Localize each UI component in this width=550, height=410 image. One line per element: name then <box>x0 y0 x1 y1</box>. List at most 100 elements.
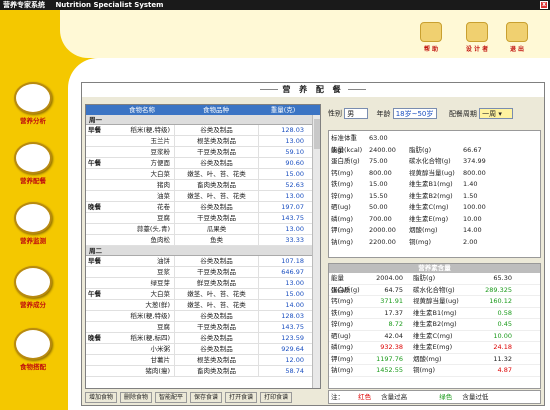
standard-value: 15.50 <box>369 191 388 200</box>
table-row[interactable]: 豆腐 干豆类及制品 143.75 <box>86 213 320 224</box>
weight-cell[interactable]: 123.59 <box>258 333 308 343</box>
weight-cell[interactable]: 128.03 <box>258 125 308 135</box>
weight-cell[interactable]: 13.00 <box>258 136 308 146</box>
nutrient-label: 磷(mg) <box>331 343 354 351</box>
table-row[interactable]: 绿豆芽 鲜豆类及制品 13.00 <box>86 278 320 289</box>
table-scrollbar[interactable] <box>312 115 320 388</box>
table-row[interactable]: 小米粥 谷类及制品 929.64 <box>86 344 320 355</box>
close-button[interactable]: x <box>540 1 548 9</box>
period-select[interactable]: 一周 ▾ <box>479 108 514 119</box>
weight-cell[interactable]: 15.00 <box>258 289 308 299</box>
table-row[interactable]: 晚餐 花卷 谷类及制品 197.07 <box>86 202 320 213</box>
table-row[interactable]: 玉兰片 根茎类及制品 13.00 <box>86 136 320 147</box>
save-recipe-button[interactable]: 保存食谱 <box>190 391 223 403</box>
standard-label: 维生素E(mg) <box>409 214 449 223</box>
nav-nutrition-analysis[interactable]: 营养分析 <box>10 82 56 132</box>
weight-cell[interactable]: 128.03 <box>258 311 308 321</box>
nutrient-label: 钠(mg) <box>331 366 354 374</box>
exit-button[interactable]: 退 出 <box>500 22 534 56</box>
delete-food-button[interactable]: 删除食物 <box>120 391 153 403</box>
help-button[interactable]: 帮 助 <box>414 22 448 56</box>
weight-cell[interactable]: 646.97 <box>258 267 308 277</box>
weight-cell[interactable]: 14.00 <box>258 300 308 310</box>
standard-value: 2.00 <box>463 237 478 246</box>
header-meal <box>86 105 110 115</box>
week-header[interactable]: 周一 <box>86 115 320 125</box>
weight-cell[interactable]: 59.10 <box>258 147 308 157</box>
food-name-cell: 稻米(粳,特级) <box>130 312 170 320</box>
weight-cell[interactable]: 15.00 <box>258 169 308 179</box>
designer-button[interactable]: 设 计 者 <box>460 22 494 56</box>
table-row[interactable]: 大白菜 嫩茎、叶、苔、花类 15.00 <box>86 169 320 180</box>
food-type-cell: 根茎类及制品 <box>174 136 258 146</box>
nutrient-value: 932.38 <box>380 343 403 351</box>
weight-cell[interactable]: 13.00 <box>258 278 308 288</box>
table-row[interactable]: 豆浆 干豆类及制品 646.97 <box>86 267 320 278</box>
table-row[interactable]: 甘薯片 根茎类及制品 12.00 <box>86 355 320 366</box>
scroll-thumb[interactable] <box>314 119 320 149</box>
meal-cell: 早餐 <box>88 257 101 265</box>
print-recipe-button[interactable]: 打印食谱 <box>260 391 293 403</box>
weight-cell[interactable]: 52.63 <box>258 180 308 190</box>
nutrient-value: 1452.55 <box>376 366 403 374</box>
weight-cell[interactable]: 33.33 <box>258 235 308 245</box>
nutrient-row: 能量(kcal) 2004.00 脂肪(g) 65.30 <box>329 273 540 294</box>
weight-cell[interactable]: 197.07 <box>258 202 308 212</box>
weight-cell[interactable]: 143.75 <box>258 213 308 223</box>
question-icon <box>420 22 442 42</box>
food-type-cell: 谷类及制品 <box>174 344 258 354</box>
nutrient-row: 钙(mg) 371.91 视黄醇当量(ug) 160.12 <box>329 296 540 308</box>
table-row[interactable]: 稻米(粳,特级) 谷类及制品 128.03 <box>86 311 320 322</box>
table-row[interactable]: 大葱(鲜) 嫩茎、叶、苔、花类 14.00 <box>86 300 320 311</box>
meal-cell <box>86 235 110 245</box>
table-row[interactable]: 晚餐 稻米(粳,标四) 谷类及制品 123.59 <box>86 333 320 344</box>
nav-meal-planning[interactable]: 营养配餐 <box>10 142 56 192</box>
week-header[interactable]: 周二 <box>86 246 320 256</box>
smart-balance-button[interactable]: 智能配平 <box>155 391 188 403</box>
weight-cell[interactable]: 929.64 <box>258 344 308 354</box>
standard-value: 2000.00 <box>369 226 396 234</box>
weight-cell[interactable]: 58.74 <box>258 366 308 376</box>
table-row[interactable]: 早餐 稻米(粳,特级) 谷类及制品 128.03 <box>86 125 320 136</box>
table-row[interactable]: 豆浆粉 干豆类及制品 59.10 <box>86 147 320 158</box>
standard-value: 15.00 <box>369 180 388 188</box>
table-row[interactable]: 豆腐 干豆类及制品 143.75 <box>86 322 320 333</box>
open-recipe-button[interactable]: 打开食谱 <box>225 391 258 403</box>
left-nav: 营养分析 营养配餐 营养监测 营养成分 食物搭配 <box>0 58 68 410</box>
nav-nutrition-monitor[interactable]: 营养监测 <box>10 202 56 252</box>
nav-label: 营养配餐 <box>20 177 46 185</box>
weight-cell[interactable]: 90.60 <box>258 158 308 168</box>
food-name-cell: 猪肉 <box>157 181 170 189</box>
age-select[interactable]: 18岁~50岁 <box>392 108 437 119</box>
standard-label: 蛋白质(g) <box>331 157 360 165</box>
nutrient-value: 1197.76 <box>376 354 403 363</box>
weight-cell[interactable]: 107.18 <box>258 256 308 266</box>
nutrient-value: 289.325 <box>485 285 512 294</box>
table-row[interactable]: 油菜 嫩茎、叶、苔、花类 13.00 <box>86 191 320 202</box>
table-row[interactable]: 早餐 油饼 谷类及制品 107.18 <box>86 256 320 267</box>
nutrient-value: 2004.00 <box>376 274 403 282</box>
food-type-cell: 嫩茎、叶、苔、花类 <box>174 289 258 299</box>
gender-select[interactable]: 男 <box>344 108 369 119</box>
nutrient-panel-title: 营养素含量 <box>329 264 540 273</box>
designer-label: 设 计 者 <box>465 46 489 53</box>
table-row[interactable]: 猪肉(瘦) 畜肉类及制品 58.74 <box>86 366 320 377</box>
window-title: 营 养 配 餐 <box>82 83 544 97</box>
table-row[interactable]: 蒜薹(头,青) 瓜果类 13.00 <box>86 224 320 235</box>
standard-label: 维生素B1(mg) <box>409 180 453 188</box>
weight-cell[interactable]: 13.00 <box>258 224 308 234</box>
table-row[interactable]: 午餐 方便面 谷类及制品 90.60 <box>86 158 320 169</box>
standard-label: 脂肪(g) <box>409 145 432 154</box>
table-row[interactable]: 鱼肉松 鱼类 33.33 <box>86 235 320 246</box>
weight-cell[interactable]: 12.00 <box>258 355 308 365</box>
table-row[interactable]: 猪肉 畜肉类及制品 52.63 <box>86 180 320 191</box>
table-row[interactable]: 午餐 大白菜 嫩茎、叶、苔、花类 15.00 <box>86 289 320 300</box>
add-food-button[interactable]: 增加食物 <box>85 391 118 403</box>
meal-cell <box>86 366 110 376</box>
weight-cell[interactable]: 13.00 <box>258 191 308 201</box>
nav-food-pairing[interactable]: 食物搭配 <box>10 328 56 378</box>
weight-cell[interactable]: 143.75 <box>258 322 308 332</box>
food-type-cell: 嫩茎、叶、苔、花类 <box>174 300 258 310</box>
nav-nutrient-content[interactable]: 营养成分 <box>10 266 56 316</box>
meal-cell: 晚餐 <box>88 334 101 342</box>
